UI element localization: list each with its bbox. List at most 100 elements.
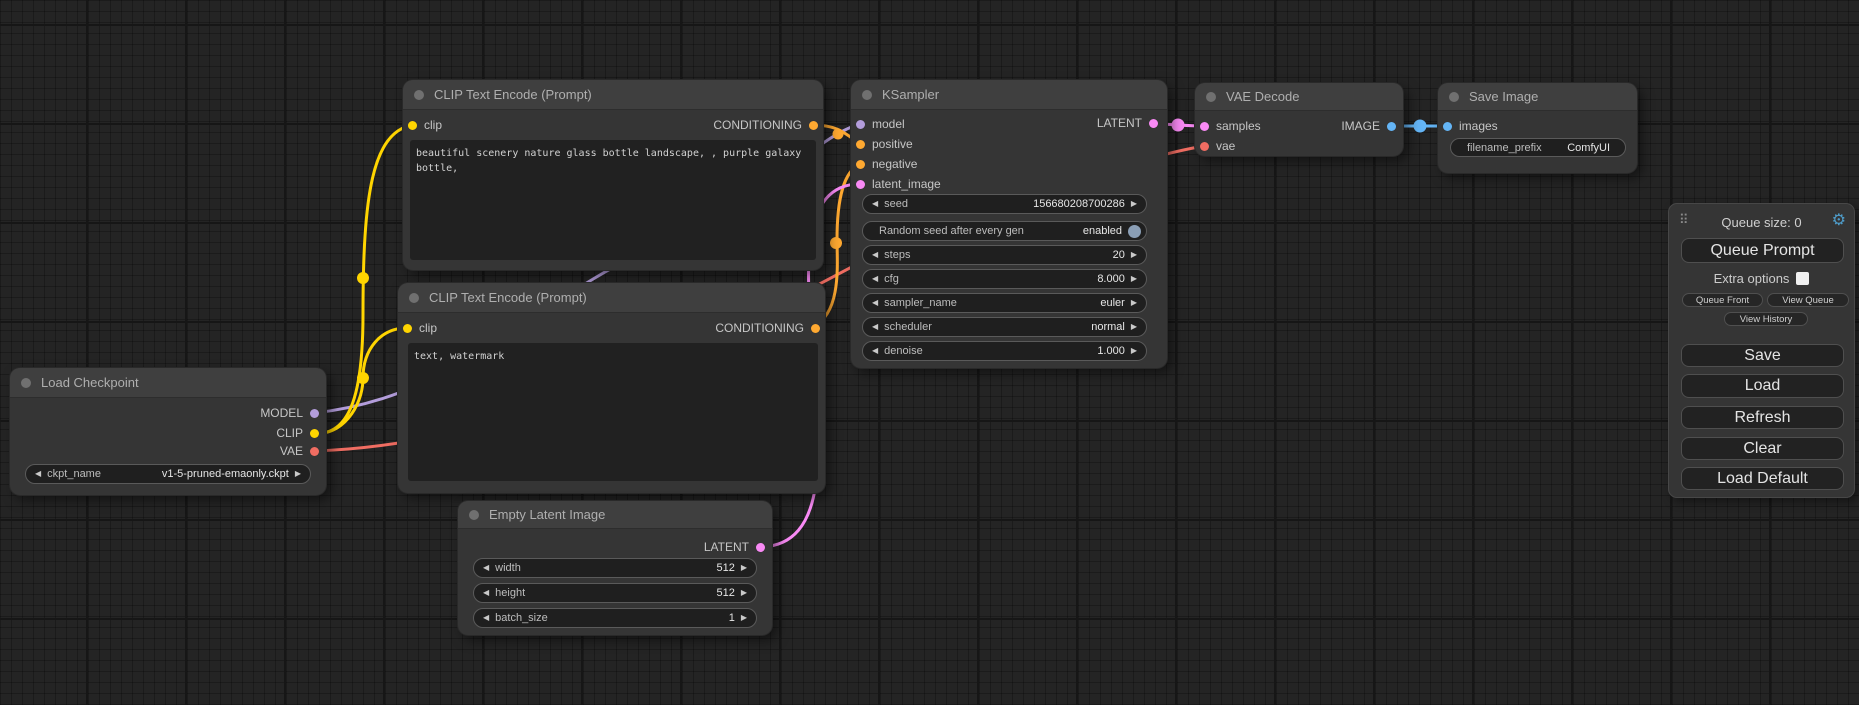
node-load-checkpoint[interactable]: Load Checkpoint MODEL CLIP VAE ◀ ckpt_na… [10, 368, 326, 495]
queue-front-button[interactable]: Queue Front [1682, 293, 1763, 307]
extra-options-checkbox[interactable] [1796, 272, 1809, 285]
node-title-bar[interactable]: CLIP Text Encode (Prompt) [403, 80, 823, 110]
latent-port-icon[interactable] [856, 180, 865, 189]
arrow-left-icon[interactable]: ◀ [872, 299, 878, 307]
ckpt-name-widget[interactable]: ◀ ckpt_name v1-5-pruned-emaonly.ckpt ▶ [25, 464, 311, 484]
arrow-left-icon[interactable]: ◀ [872, 323, 878, 331]
conditioning-port-icon[interactable] [856, 160, 865, 169]
clip-port-icon[interactable] [408, 121, 417, 130]
arrow-right-icon[interactable]: ▶ [1131, 200, 1137, 208]
node-title-bar[interactable]: Save Image [1438, 83, 1637, 111]
random-seed-toggle-widget[interactable]: Random seed after every gen enabled [862, 221, 1147, 241]
latent-port-icon[interactable] [1149, 119, 1158, 128]
input-slot-model[interactable]: model [856, 116, 905, 132]
cfg-widget[interactable]: ◀ cfg 8.000 ▶ [862, 269, 1147, 289]
arrow-left-icon[interactable]: ◀ [483, 589, 489, 597]
collapse-dot-icon[interactable] [414, 90, 424, 100]
arrow-right-icon[interactable]: ▶ [1131, 251, 1137, 259]
collapse-dot-icon[interactable] [862, 90, 872, 100]
node-graph-canvas[interactable]: Load Checkpoint MODEL CLIP VAE ◀ ckpt_na… [0, 0, 1859, 705]
node-vae-decode[interactable]: VAE Decode samples vae IMAGE [1195, 83, 1403, 156]
input-slot-vae[interactable]: vae [1200, 138, 1235, 154]
width-widget[interactable]: ◀ width 512 ▶ [473, 558, 757, 578]
positive-prompt-textarea[interactable]: beautiful scenery nature glass bottle la… [410, 140, 816, 260]
arrow-right-icon[interactable]: ▶ [295, 470, 301, 478]
output-slot-vae[interactable]: VAE [280, 443, 319, 459]
scheduler-widget[interactable]: ◀ scheduler normal ▶ [862, 317, 1147, 337]
output-slot-latent[interactable]: LATENT [704, 539, 765, 555]
arrow-right-icon[interactable]: ▶ [741, 614, 747, 622]
node-title-bar[interactable]: KSampler [851, 80, 1167, 110]
queue-prompt-button[interactable]: Queue Prompt [1681, 238, 1844, 263]
collapse-dot-icon[interactable] [409, 293, 419, 303]
input-slot-clip[interactable]: clip [403, 320, 437, 336]
arrow-right-icon[interactable]: ▶ [1131, 347, 1137, 355]
seed-widget[interactable]: ◀ seed 156680208700286 ▶ [862, 194, 1147, 214]
save-button[interactable]: Save [1681, 344, 1844, 367]
arrow-left-icon[interactable]: ◀ [483, 564, 489, 572]
output-slot-conditioning[interactable]: CONDITIONING [715, 320, 820, 336]
arrow-left-icon[interactable]: ◀ [483, 614, 489, 622]
clip-port-icon[interactable] [403, 324, 412, 333]
arrow-left-icon[interactable]: ◀ [872, 200, 878, 208]
output-slot-image[interactable]: IMAGE [1341, 118, 1396, 134]
input-slot-clip[interactable]: clip [408, 117, 442, 133]
input-slot-positive[interactable]: positive [856, 136, 913, 152]
model-port-icon[interactable] [856, 120, 865, 129]
arrow-right-icon[interactable]: ▶ [1131, 275, 1137, 283]
collapse-dot-icon[interactable] [1449, 92, 1459, 102]
arrow-right-icon[interactable]: ▶ [741, 589, 747, 597]
clip-port-icon[interactable] [310, 429, 319, 438]
output-slot-clip[interactable]: CLIP [276, 425, 319, 441]
latent-port-icon[interactable] [1200, 122, 1209, 131]
latent-port-icon[interactable] [756, 543, 765, 552]
input-slot-negative[interactable]: negative [856, 156, 917, 172]
height-widget[interactable]: ◀ height 512 ▶ [473, 583, 757, 603]
node-clip-text-encode-positive[interactable]: CLIP Text Encode (Prompt) clip CONDITION… [403, 80, 823, 270]
arrow-right-icon[interactable]: ▶ [741, 564, 747, 572]
collapse-dot-icon[interactable] [469, 510, 479, 520]
conditioning-port-icon[interactable] [856, 140, 865, 149]
model-port-icon[interactable] [310, 409, 319, 418]
arrow-right-icon[interactable]: ▶ [1131, 323, 1137, 331]
filename-prefix-widget[interactable]: filename_prefix ComfyUI [1450, 138, 1626, 157]
arrow-right-icon[interactable]: ▶ [1131, 299, 1137, 307]
node-clip-text-encode-negative[interactable]: CLIP Text Encode (Prompt) clip CONDITION… [398, 283, 825, 493]
node-title-bar[interactable]: CLIP Text Encode (Prompt) [398, 283, 825, 313]
image-port-icon[interactable] [1443, 122, 1452, 131]
vae-port-icon[interactable] [310, 447, 319, 456]
input-slot-latent-image[interactable]: latent_image [856, 176, 941, 192]
vae-port-icon[interactable] [1200, 142, 1209, 151]
conditioning-port-icon[interactable] [809, 121, 818, 130]
negative-prompt-textarea[interactable]: text, watermark [408, 343, 818, 481]
arrow-left-icon[interactable]: ◀ [872, 275, 878, 283]
output-slot-conditioning[interactable]: CONDITIONING [713, 117, 818, 133]
node-title-bar[interactable]: VAE Decode [1195, 83, 1403, 111]
node-save-image[interactable]: Save Image images filename_prefix ComfyU… [1438, 83, 1637, 173]
node-title-bar[interactable]: Load Checkpoint [10, 368, 326, 398]
input-slot-samples[interactable]: samples [1200, 118, 1261, 134]
output-slot-model[interactable]: MODEL [260, 405, 319, 421]
collapse-dot-icon[interactable] [1206, 92, 1216, 102]
arrow-left-icon[interactable]: ◀ [35, 470, 41, 478]
view-queue-button[interactable]: View Queue [1767, 293, 1849, 307]
output-slot-latent[interactable]: LATENT [1097, 115, 1158, 131]
node-ksampler[interactable]: KSampler model positive negative latent_… [851, 80, 1167, 368]
batch-size-widget[interactable]: ◀ batch_size 1 ▶ [473, 608, 757, 628]
sampler-name-widget[interactable]: ◀ sampler_name euler ▶ [862, 293, 1147, 313]
settings-gear-icon[interactable]: ⚙ [1832, 210, 1846, 230]
collapse-dot-icon[interactable] [21, 378, 31, 388]
node-empty-latent-image[interactable]: Empty Latent Image LATENT ◀ width 512 ▶ … [458, 501, 772, 635]
load-button[interactable]: Load [1681, 374, 1844, 398]
view-history-button[interactable]: View History [1724, 312, 1808, 326]
steps-widget[interactable]: ◀ steps 20 ▶ [862, 245, 1147, 265]
arrow-left-icon[interactable]: ◀ [872, 251, 878, 259]
conditioning-port-icon[interactable] [811, 324, 820, 333]
node-title-bar[interactable]: Empty Latent Image [458, 501, 772, 529]
denoise-widget[interactable]: ◀ denoise 1.000 ▶ [862, 341, 1147, 361]
toggle-knob-icon[interactable] [1128, 225, 1141, 238]
input-slot-images[interactable]: images [1443, 118, 1498, 134]
clear-button[interactable]: Clear [1681, 437, 1844, 460]
load-default-button[interactable]: Load Default [1681, 467, 1844, 490]
arrow-left-icon[interactable]: ◀ [872, 347, 878, 355]
